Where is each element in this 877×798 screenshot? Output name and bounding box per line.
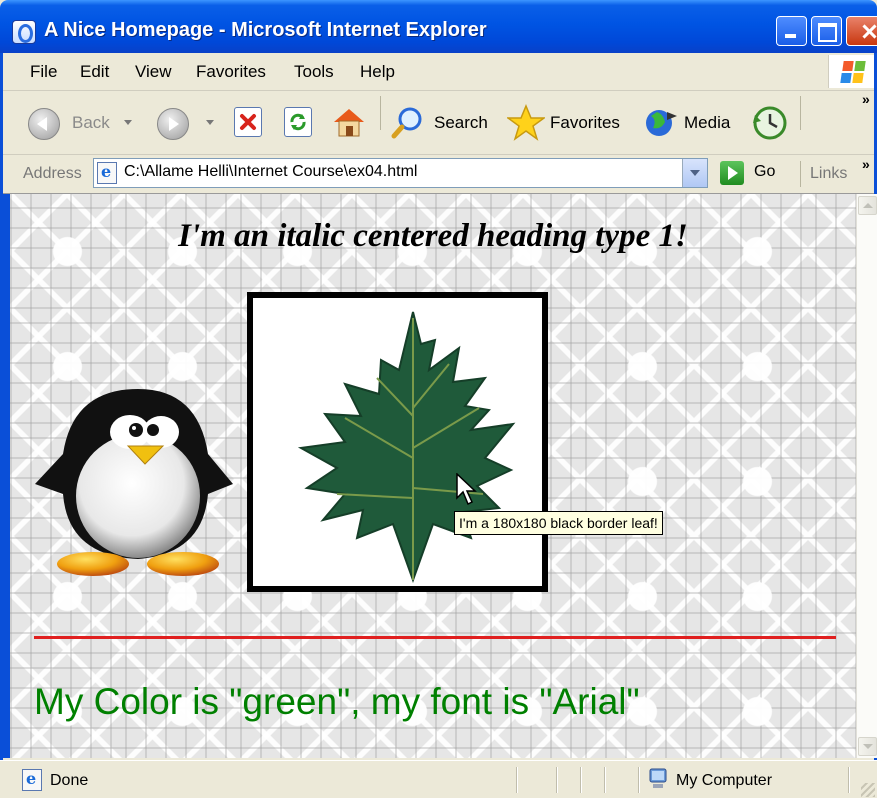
history-icon [753,106,787,140]
address-label: Address [23,165,82,182]
refresh-button[interactable] [284,103,314,143]
penguin-image [35,389,233,576]
scroll-down-button[interactable] [858,737,877,756]
menu-file[interactable]: File [30,62,57,82]
star-icon [507,104,545,141]
windows-logo-icon [828,55,875,88]
address-value[interactable]: C:\Allame Helli\Internet Course\ex04.htm… [124,163,417,181]
page-icon [97,162,117,184]
go-label: Go [754,163,776,180]
page-heading: I'm an italic centered heading type 1! [178,218,688,254]
resize-grip[interactable] [861,783,875,797]
back-label: Back [72,113,110,132]
vertical-scrollbar[interactable] [856,194,877,758]
links-overflow[interactable]: » [862,156,870,172]
minimize-button[interactable] [776,16,807,46]
back-dropdown-icon [124,120,132,125]
menu-help[interactable]: Help [360,62,395,82]
media-icon [646,110,677,136]
history-button[interactable] [752,103,788,143]
menu-tools[interactable]: Tools [294,62,334,82]
refresh-icon [284,107,312,137]
status-text: Done [50,772,89,789]
media-button[interactable]: Media [643,103,735,143]
links-button[interactable]: Links [810,165,847,183]
links-separator [800,161,801,187]
search-icon [391,107,422,139]
close-button[interactable] [846,16,877,46]
media-label: Media [684,113,731,132]
window-title: A Nice Homepage - Microsoft Internet Exp… [44,19,487,41]
favorites-label: Favorites [550,113,620,132]
home-icon [334,109,364,137]
forward-button[interactable] [157,103,217,143]
menu-favorites[interactable]: Favorites [196,62,266,82]
home-button[interactable] [331,103,367,143]
leaf-tooltip: I'm a 180x180 black border leaf! [454,511,663,535]
toolbar-overflow[interactable]: » [862,91,870,107]
toolbar: Back Search Favorites Media » [0,91,877,155]
status-separator [556,767,558,793]
menu-view[interactable]: View [135,62,172,82]
leaf-image[interactable] [247,292,548,592]
search-label: Search [434,113,488,132]
go-arrow-icon [720,161,744,185]
status-bar: Done My Computer [0,760,877,798]
favorites-button[interactable]: Favorites [507,103,627,143]
address-bar: Address C:\Allame Helli\Internet Course\… [0,155,877,194]
stop-icon [234,107,262,137]
menu-bar: File Edit View Favorites Tools Help [0,53,877,91]
forward-arrow-icon [157,108,189,140]
computer-icon [649,768,667,788]
menu-edit[interactable]: Edit [80,62,109,82]
status-separator [516,767,518,793]
toolbar-separator [380,96,381,130]
status-separator [848,767,850,793]
browser-window: A Nice Homepage - Microsoft Internet Exp… [0,0,877,798]
horizontal-rule [34,636,836,639]
status-separator [604,767,606,793]
page-viewport[interactable]: I'm an italic centered heading type 1! I… [10,194,856,758]
search-button[interactable]: Search [390,103,490,143]
content-border-left [3,194,10,758]
address-input[interactable]: C:\Allame Helli\Internet Course\ex04.htm… [93,158,708,188]
maximize-button[interactable] [811,16,842,46]
scroll-up-button[interactable] [858,196,877,215]
go-button[interactable]: Go [720,159,782,187]
forward-dropdown-icon [206,120,214,125]
back-button[interactable]: Back [28,103,132,143]
page-icon [22,769,42,791]
stop-button[interactable] [234,103,264,143]
back-arrow-icon [28,108,60,140]
title-bar[interactable]: A Nice Homepage - Microsoft Internet Exp… [0,0,877,53]
status-separator [580,767,582,793]
security-zone-text: My Computer [676,772,773,789]
toolbar-separator [800,96,801,130]
mouse-cursor-icon [456,473,477,506]
ie-icon [12,20,36,44]
green-arial-text: My Color is "green", my font is "Arial" [34,681,640,722]
status-separator [638,767,640,793]
leaf-graphic [297,311,516,583]
address-dropdown-icon[interactable] [682,159,707,187]
